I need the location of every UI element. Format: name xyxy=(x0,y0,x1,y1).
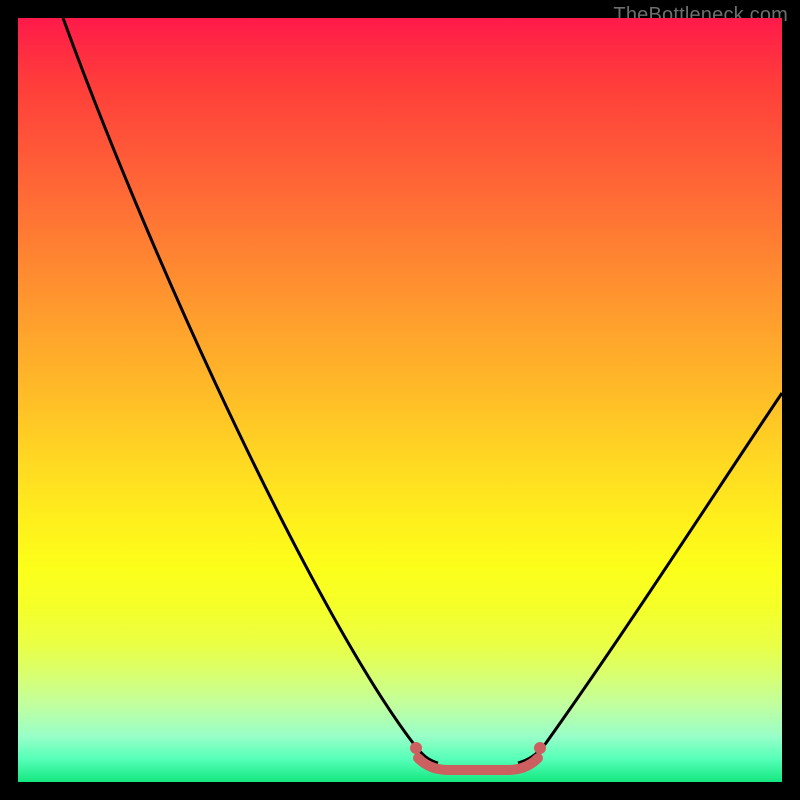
curve-svg xyxy=(18,18,782,782)
bottleneck-curve-right xyxy=(518,393,782,763)
bottleneck-flat-segment xyxy=(418,758,538,770)
plot-area xyxy=(18,18,782,782)
curve-marker-right xyxy=(534,742,546,754)
bottleneck-curve-left xyxy=(63,18,438,763)
chart-container: TheBottleneck.com xyxy=(0,0,800,800)
curve-marker-left xyxy=(410,742,422,754)
